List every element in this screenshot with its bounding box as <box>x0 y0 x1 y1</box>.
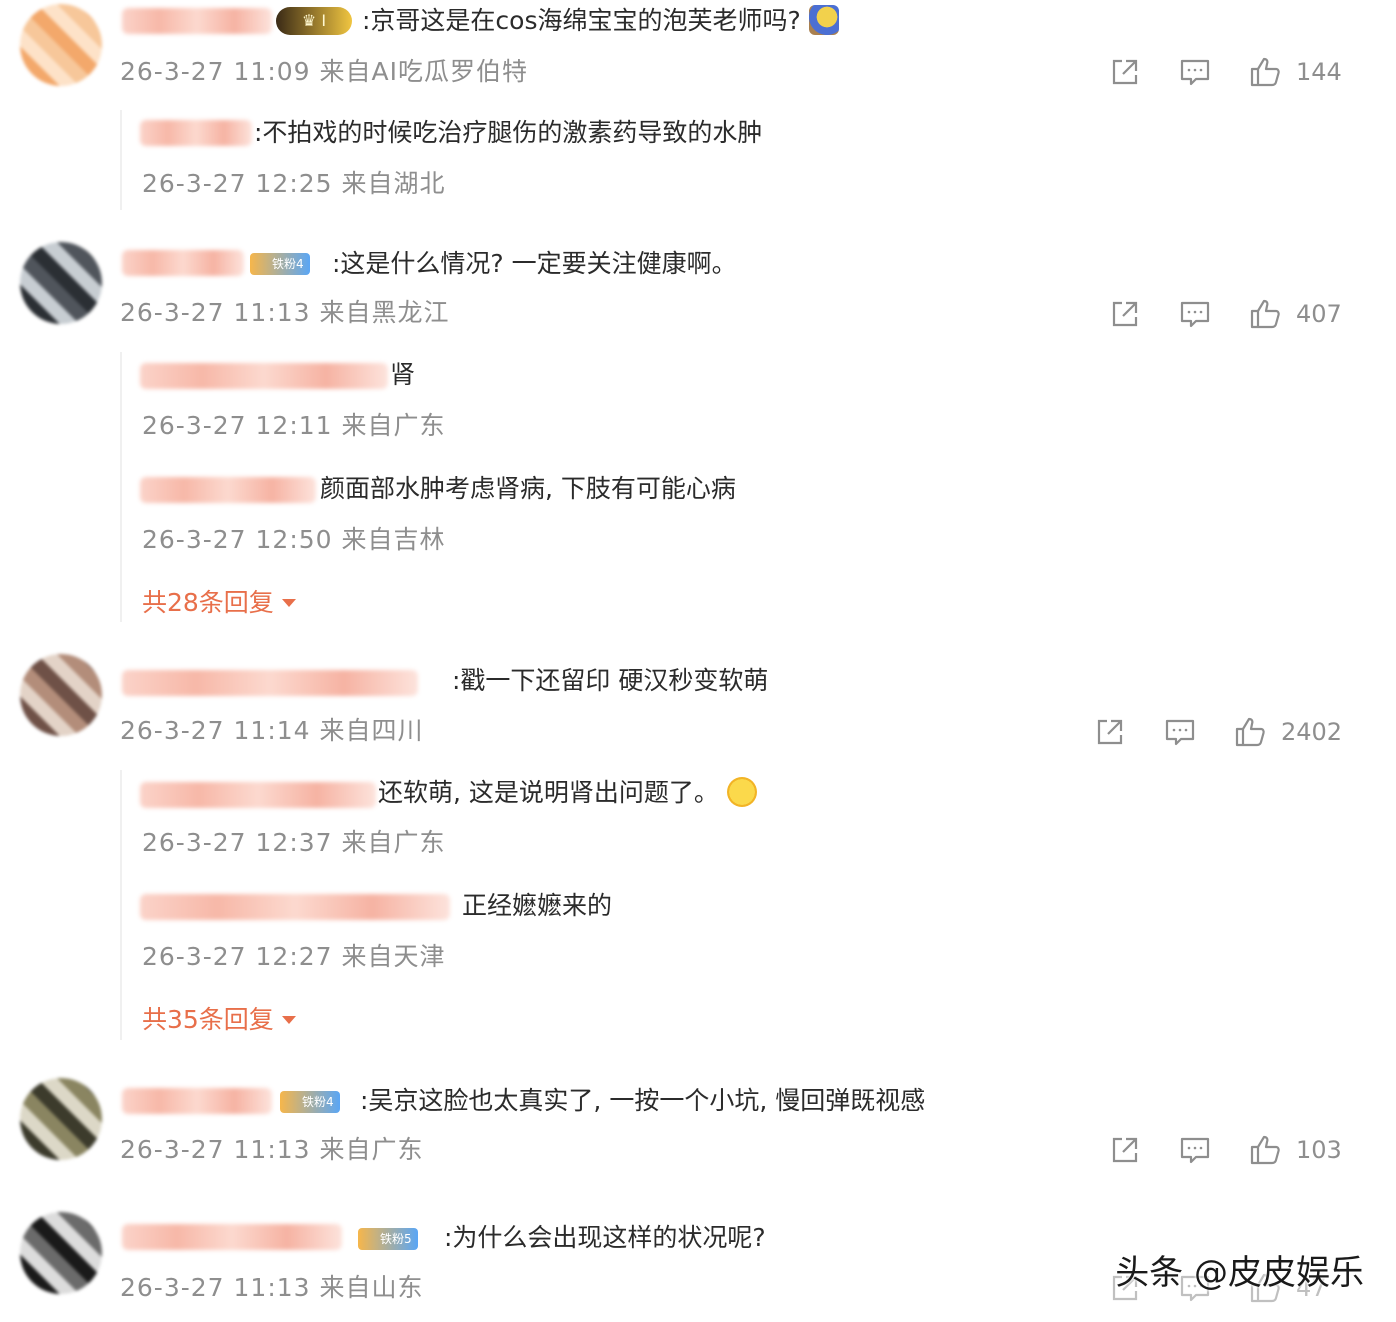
like-button[interactable]: 407 <box>1248 294 1342 334</box>
share-icon <box>1112 1137 1138 1163</box>
share-icon <box>1112 301 1138 327</box>
like-count: 103 <box>1296 1136 1342 1164</box>
comment-text: :为什么会出现这样的状况呢? <box>444 1223 766 1252</box>
share-button[interactable] <box>1108 294 1142 334</box>
like-count: 407 <box>1296 300 1342 328</box>
reply-divider <box>120 110 122 210</box>
more-replies-link[interactable]: 共28条回复 <box>142 586 296 620</box>
thumbs-up-icon <box>1250 299 1280 329</box>
watermark: 头条 @皮皮娱乐 <box>1115 1253 1364 1293</box>
like-button[interactable]: 103 <box>1248 1130 1342 1170</box>
reply-text: 肾 <box>390 360 416 389</box>
comment-icon <box>1180 59 1210 86</box>
username-blurred[interactable] <box>122 250 244 276</box>
share-icon <box>1097 719 1123 745</box>
reply-meta: 26-3-27 12:11 来自广东 <box>142 411 446 440</box>
caret-down-icon <box>281 599 296 607</box>
comment-button[interactable] <box>1178 52 1212 92</box>
share-button[interactable] <box>1108 52 1142 92</box>
comment-icon <box>1180 1137 1210 1164</box>
reply-meta: 26-3-27 12:50 来自吉林 <box>142 525 446 554</box>
reply-text: 颜面部水肿考虑肾病, 下肢有可能心病 <box>320 474 736 503</box>
reply-meta: 26-3-27 12:27 来自天津 <box>142 942 446 971</box>
share-button[interactable] <box>1093 712 1127 752</box>
reply-divider <box>120 352 122 622</box>
comment-actions: 144 <box>1108 52 1358 92</box>
reply-text: 正经嬷嬷来的 <box>462 891 613 920</box>
like-button[interactable]: 144 <box>1248 52 1342 92</box>
reply-text: :不拍戏的时候吃治疗腿伤的激素药导致的水肿 <box>254 118 763 147</box>
comment-item: 铁粉4 :这是什么情况? 一定要关注健康啊。 26-3-27 11:13 来自黑… <box>0 230 1396 640</box>
reply-username-blurred[interactable] <box>140 120 252 146</box>
like-count: 2402 <box>1281 718 1343 746</box>
comment-text: :这是什么情况? 一定要关注健康啊。 <box>332 249 737 278</box>
comment-meta: 26-3-27 11:09 来自AI吃瓜罗伯特 <box>120 57 528 86</box>
thumbs-up-icon <box>1250 1135 1280 1165</box>
comment-meta: 26-3-27 11:14 来自四川 <box>120 716 424 745</box>
comment-meta: 26-3-27 11:13 来自黑龙江 <box>120 298 450 327</box>
caret-down-icon <box>281 1016 296 1024</box>
comment-icon <box>1165 719 1195 746</box>
comment-text: :京哥这是在cos海绵宝宝的泡芙老师吗? <box>362 4 839 38</box>
thumbs-up-icon <box>1250 57 1280 87</box>
comment-text: :戳一下还留印 硬汉秒变软萌 <box>452 666 769 695</box>
reply-username-blurred[interactable] <box>140 894 450 920</box>
avatar[interactable] <box>20 242 102 324</box>
avatar[interactable] <box>20 1212 102 1294</box>
like-button[interactable]: 2402 <box>1233 712 1342 752</box>
comment-button[interactable] <box>1178 294 1212 334</box>
more-replies-link[interactable]: 共35条回复 <box>142 1003 296 1037</box>
reply-username-blurred[interactable] <box>140 782 376 808</box>
username-blurred[interactable] <box>122 1224 342 1250</box>
comment-item: 铁粉4 :吴京这脸也太真实了, 一按一个小坑, 慢回弹既视感 26-3-27 1… <box>0 1060 1396 1200</box>
emoji-icon <box>808 5 839 35</box>
comment-item: ♛ I :京哥这是在cos海绵宝宝的泡芙老师吗? 26-3-27 11:09 来… <box>0 0 1396 230</box>
comment-item: :戳一下还留印 硬汉秒变软萌 26-3-27 11:14 来自四川 2402 还… <box>0 640 1396 1060</box>
comment-actions: 103 <box>1108 1130 1358 1170</box>
fan-crown-badge: ♛ I <box>276 7 352 35</box>
fan-badge: 铁粉4 <box>250 253 310 275</box>
username-blurred[interactable] <box>122 670 418 696</box>
thumbs-up-icon <box>1235 717 1265 747</box>
avatar[interactable] <box>20 654 102 736</box>
reply-meta: 26-3-27 12:37 来自广东 <box>142 828 446 857</box>
fan-badge: 铁粉5 <box>358 1228 418 1250</box>
comment-button[interactable] <box>1163 712 1197 752</box>
share-button[interactable] <box>1108 1130 1142 1170</box>
like-count: 144 <box>1296 58 1342 86</box>
username-blurred[interactable] <box>122 8 272 34</box>
comment-meta: 26-3-27 11:13 来自山东 <box>120 1273 424 1302</box>
comment-meta: 26-3-27 11:13 来自广东 <box>120 1135 424 1164</box>
fan-badge: 铁粉4 <box>280 1091 340 1113</box>
comment-actions: 2402 <box>1093 712 1358 752</box>
comment-text: :吴京这脸也太真实了, 一按一个小坑, 慢回弹既视感 <box>360 1086 926 1115</box>
share-icon <box>1112 59 1138 85</box>
emoji-icon <box>726 777 757 807</box>
reply-divider <box>120 770 122 1040</box>
username-blurred[interactable] <box>122 1088 272 1114</box>
avatar[interactable] <box>20 1078 102 1160</box>
reply-text: 还软萌, 这是说明肾出问题了。 <box>378 776 757 810</box>
comment-actions: 407 <box>1108 294 1358 334</box>
comment-icon <box>1180 301 1210 328</box>
reply-username-blurred[interactable] <box>140 477 316 503</box>
reply-meta: 26-3-27 12:25 来自湖北 <box>142 169 446 198</box>
reply-username-blurred[interactable] <box>140 363 388 389</box>
comment-button[interactable] <box>1178 1130 1212 1170</box>
avatar[interactable] <box>20 4 102 86</box>
